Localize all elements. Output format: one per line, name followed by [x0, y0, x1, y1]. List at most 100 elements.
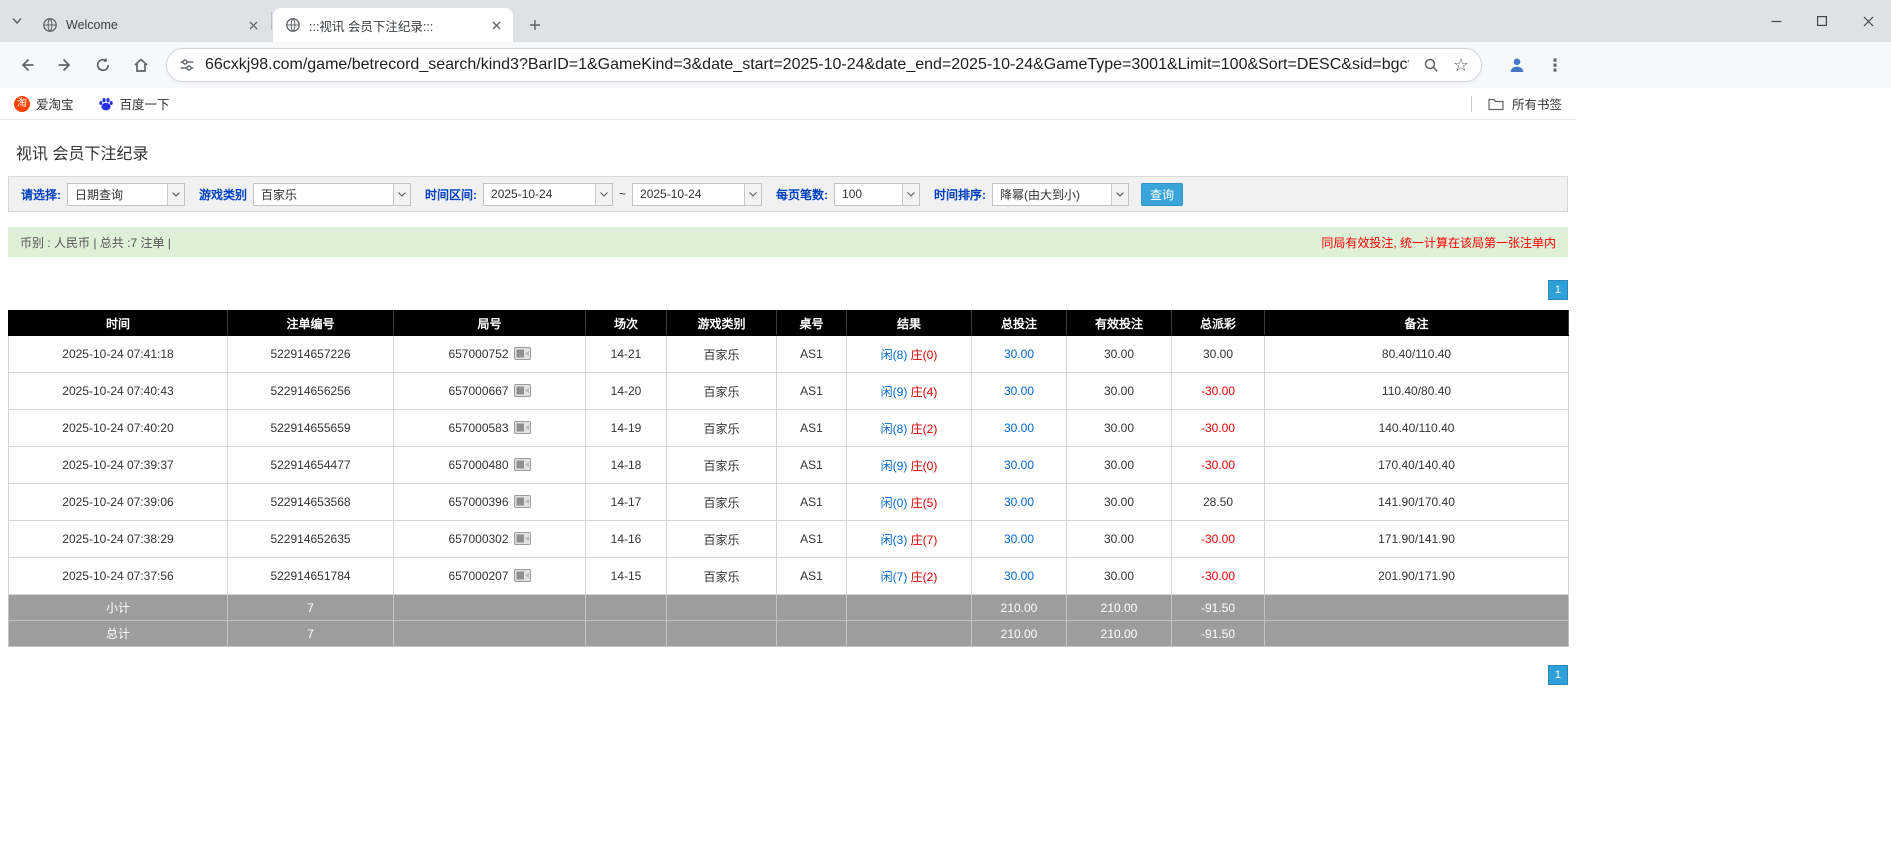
cell-result: 闲(9) 庄(0): [847, 447, 972, 484]
refresh-icon[interactable]: [86, 48, 120, 82]
cell-empty: [777, 595, 847, 621]
video-replay-icon[interactable]: [514, 347, 531, 360]
forward-icon[interactable]: [48, 48, 82, 82]
url-bar[interactable]: 66cxkj98.com/game/betrecord_search/kind3…: [166, 48, 1482, 82]
new-tab-button[interactable]: [521, 11, 549, 39]
bookmark-star-icon[interactable]: ☆: [1453, 56, 1469, 74]
video-replay-icon[interactable]: [514, 532, 531, 545]
query-type-label: 请选择:: [21, 186, 61, 203]
col-result: 结果: [847, 311, 972, 336]
close-tab-icon[interactable]: [244, 16, 262, 34]
tab-separator: [271, 12, 272, 30]
col-bet-id: 注单编号: [228, 311, 394, 336]
site-info-icon[interactable]: [179, 57, 195, 73]
date-start-select[interactable]: 2025-10-24: [483, 183, 613, 206]
table-row: 2025-10-24 07:40:20522914655659657000583…: [9, 410, 1569, 447]
close-tab-icon[interactable]: [487, 16, 505, 34]
bookmark-baidu[interactable]: 百度一下: [98, 94, 170, 113]
total-bet-link[interactable]: 30.00: [1004, 532, 1034, 546]
result-player: 闲(8): [881, 348, 908, 362]
page-number-button[interactable]: 1: [1548, 665, 1568, 685]
total-bet-link[interactable]: 30.00: [1004, 347, 1034, 361]
page-number-button[interactable]: 1: [1548, 280, 1568, 300]
divider: [1471, 96, 1472, 112]
cell-empty: [667, 621, 777, 647]
video-replay-icon[interactable]: [514, 495, 531, 508]
subtotal-row: 小计 7 210.00 210.00 -91.50: [9, 595, 1569, 621]
total-bet-link[interactable]: 30.00: [1004, 569, 1034, 583]
total-label: 总计: [9, 621, 228, 647]
browser-menu-icon[interactable]: ⋮: [1538, 48, 1572, 82]
cell-valid-bet: 30.00: [1067, 410, 1172, 447]
result-player: 闲(9): [881, 459, 908, 473]
close-window-button[interactable]: [1845, 0, 1891, 42]
back-icon[interactable]: [10, 48, 44, 82]
cell-time: 2025-10-24 07:40:43: [9, 373, 228, 410]
search-button[interactable]: 查询: [1141, 183, 1183, 206]
bookmark-taobao[interactable]: 淘 爱淘宝: [14, 94, 74, 113]
total-bet-link[interactable]: 30.00: [1004, 458, 1034, 472]
date-end-select[interactable]: 2025-10-24: [632, 183, 762, 206]
tab-betrecord[interactable]: :::视讯 会员下注纪录:::: [273, 8, 513, 42]
tab-search-icon[interactable]: [4, 4, 30, 38]
col-total-bet: 总投注: [972, 311, 1067, 336]
sort-label: 时间排序:: [934, 186, 986, 203]
result-banker: 庄(5): [911, 496, 938, 510]
cell-note: 140.40/110.40: [1265, 410, 1569, 447]
table-row: 2025-10-24 07:37:56522914651784657000207…: [9, 558, 1569, 595]
filter-bar: 请选择: 日期查询 游戏类别 百家乐 时间区间: 2025-10-24 ~ 20…: [8, 176, 1568, 212]
total-bet-link[interactable]: 30.00: [1004, 421, 1034, 435]
result-banker: 庄(4): [911, 385, 938, 399]
cell-total-bet: 30.00: [972, 521, 1067, 558]
video-replay-icon[interactable]: [514, 384, 531, 397]
table-row: 2025-10-24 07:39:37522914654477657000480…: [9, 447, 1569, 484]
col-note: 备注: [1265, 311, 1569, 336]
game-type-label: 游戏类别: [199, 186, 247, 203]
maximize-button[interactable]: [1799, 0, 1845, 42]
cell-time: 2025-10-24 07:38:29: [9, 521, 228, 558]
url-text[interactable]: 66cxkj98.com/game/betrecord_search/kind3…: [205, 56, 1409, 74]
minimize-button[interactable]: [1753, 0, 1799, 42]
summary-bar: 币别 : 人民币 | 总共 :7 注单 | 同局有效投注, 统一计算在该局第一张…: [8, 227, 1568, 257]
cell-session: 14-17: [586, 484, 667, 521]
page-size-label: 每页笔数:: [776, 186, 828, 203]
cell-game-type: 百家乐: [667, 447, 777, 484]
cell-session: 14-21: [586, 336, 667, 373]
cell-result: 闲(3) 庄(7): [847, 521, 972, 558]
cell-note: 171.90/141.90: [1265, 521, 1569, 558]
total-bet-link[interactable]: 30.00: [1004, 384, 1034, 398]
col-time: 时间: [9, 311, 228, 336]
profile-icon[interactable]: [1500, 48, 1534, 82]
video-replay-icon[interactable]: [514, 569, 531, 582]
bookmarks-bar: 淘 爱淘宝 百度一下 所有书签: [0, 88, 1576, 120]
chevron-down-icon: [595, 184, 612, 205]
pagination-bottom: 1: [8, 665, 1568, 685]
cell-bet-id: 522914657226: [228, 336, 394, 373]
tab-welcome[interactable]: Welcome: [30, 8, 270, 42]
home-icon[interactable]: [124, 48, 158, 82]
cell-empty: [586, 621, 667, 647]
video-replay-icon[interactable]: [514, 421, 531, 434]
page-size-select[interactable]: 100: [834, 183, 920, 206]
subtotal-label: 小计: [9, 595, 228, 621]
video-replay-icon[interactable]: [514, 458, 531, 471]
total-total-bet: 210.00: [972, 621, 1067, 647]
cell-empty: [1265, 621, 1569, 647]
zoom-icon[interactable]: [1423, 57, 1439, 73]
col-table-no: 桌号: [777, 311, 847, 336]
query-type-select[interactable]: 日期查询: [67, 183, 185, 206]
cell-session: 14-19: [586, 410, 667, 447]
game-type-select[interactable]: 百家乐: [253, 183, 411, 206]
cell-time: 2025-10-24 07:39:06: [9, 484, 228, 521]
chevron-down-icon: [902, 184, 919, 205]
cell-table-no: AS1: [777, 447, 847, 484]
cell-session: 14-20: [586, 373, 667, 410]
cell-result: 闲(9) 庄(4): [847, 373, 972, 410]
cell-table-no: AS1: [777, 521, 847, 558]
all-bookmarks-button[interactable]: 所有书签: [1471, 94, 1562, 113]
cell-result: 闲(8) 庄(0): [847, 336, 972, 373]
result-player: 闲(3): [881, 533, 908, 547]
total-valid-bet: 210.00: [1067, 621, 1172, 647]
sort-select[interactable]: 降幂(由大到小): [992, 183, 1129, 206]
total-bet-link[interactable]: 30.00: [1004, 495, 1034, 509]
